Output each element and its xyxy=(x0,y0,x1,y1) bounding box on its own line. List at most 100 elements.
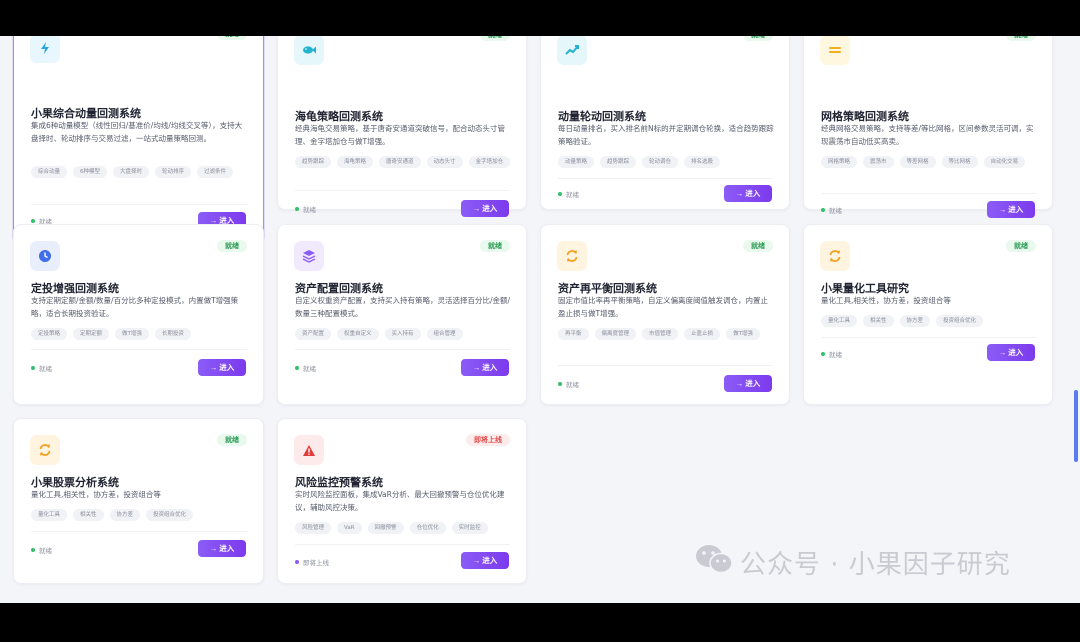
tag: 金字塔加仓 xyxy=(468,156,511,168)
layers-icon xyxy=(294,241,324,271)
card-title: 海龟策略回测系统 xyxy=(295,110,383,123)
divider xyxy=(31,349,247,350)
enter-button[interactable]: → 进入 xyxy=(461,552,509,569)
clock-icon xyxy=(30,241,60,271)
status-text: 就绪 xyxy=(39,365,52,373)
tag: 定投策略 xyxy=(31,328,68,340)
status-indicator: 即将上线 xyxy=(295,557,329,567)
tag-list: 综合动量 6种模型 大盘择时 轮动排序 过滤条件 xyxy=(31,166,249,178)
card-turtle[interactable]: 就绪 海龟策略回测系统 经典海龟交易策略，基于唐奇安通道突破信号，配合动态头寸管… xyxy=(277,36,527,217)
enter-button[interactable]: → 进入 xyxy=(461,200,509,217)
enter-button[interactable]: → 进入 xyxy=(461,359,509,376)
tag: 自动化交易 xyxy=(983,156,1026,168)
tag: 协方差 xyxy=(899,315,931,327)
tag-list: 定投策略 定期定额 做T增强 长期投资 xyxy=(31,328,249,340)
tag-list: 网格策略 震荡市 等差网格 等比网格 自动化交易 xyxy=(821,156,1038,168)
arrow-right-icon: → xyxy=(472,556,481,565)
arrow-right-icon: → xyxy=(735,189,744,198)
card-stock-analysis[interactable]: 就绪 小果股票分析系统 量化工具,相关性，协方差，投资组合等 量化工具 相关性 … xyxy=(13,418,264,584)
tag: 投资组合优化 xyxy=(146,509,194,521)
tag: 网格策略 xyxy=(821,156,858,168)
divider xyxy=(295,190,510,191)
card-description: 集成6种动量模型（线性回归/基准价/均线/均线交叉等），支持大盘择时、轮动排序与… xyxy=(31,121,243,143)
status-badge: 就绪 xyxy=(480,240,510,252)
enter-button[interactable]: → 进入 xyxy=(198,359,246,376)
card-dca-enhanced[interactable]: 就绪 定投增强回测系统 支持定期定额/金额/数量/百分比多种定投模式，内置做T增… xyxy=(13,224,264,405)
tag: 大盘择时 xyxy=(113,166,150,178)
tag: 偏离度管理 xyxy=(594,328,637,340)
card-title: 动量轮动回测系统 xyxy=(558,110,646,123)
status-text: 就绪 xyxy=(566,191,579,199)
tag: 趋势跟踪 xyxy=(600,156,637,168)
status-indicator: 就绪 xyxy=(31,363,52,373)
tag-list: 动量策略 趋势跟踪 轮动调仓 排名选股 xyxy=(558,156,775,168)
tag: 市值管理 xyxy=(642,328,679,340)
status-text: 就绪 xyxy=(39,547,52,555)
card-description: 实时风险监控面板，集成VaR分析、最大回撤预警与仓位优化建议，辅助风控决策。 xyxy=(295,490,505,512)
tag: 排名选股 xyxy=(684,156,721,168)
card-title: 小果综合动量回测系统 xyxy=(31,107,141,120)
tag: 动态头寸 xyxy=(426,156,463,168)
status-badge: 就绪 xyxy=(743,36,773,41)
card-asset-allocation[interactable]: 就绪 资产配置回测系统 自定义权重资产配置，支持买入持有策略，灵活选择百分比/金… xyxy=(277,224,527,405)
warning-icon xyxy=(294,435,324,465)
scrollbar-thumb[interactable] xyxy=(1074,390,1078,462)
card-description: 支持定期定额/金额/数量/百分比多种定投模式，内置做T增强策略，适合长期投资验证… xyxy=(31,296,239,318)
status-badge: 就绪 xyxy=(1006,36,1036,41)
card-title: 资产再平衡回测系统 xyxy=(558,282,657,295)
refresh-icon xyxy=(820,241,850,271)
tag: 仓位优化 xyxy=(409,522,446,534)
card-description: 每日动量排名，买入排名前N标的并定期调仓轮换，适合趋势跟踪策略验证。 xyxy=(558,124,774,146)
card-grid-strategy[interactable]: 就绪 网格策略回测系统 经典网格交易策略，支持等差/等比网格，区间参数灵活可调，… xyxy=(803,36,1053,218)
divider xyxy=(821,193,1036,194)
tag: 回撤预警 xyxy=(367,522,404,534)
divider xyxy=(31,204,247,205)
enter-button[interactable]: → 进入 xyxy=(724,375,772,392)
enter-button[interactable]: → 进入 xyxy=(724,185,772,202)
tag: VaR xyxy=(337,522,362,534)
tag: 量化工具 xyxy=(821,315,858,327)
status-badge: 就绪 xyxy=(480,36,510,41)
status-indicator: 就绪 xyxy=(295,363,316,373)
strategy-card-grid: 就绪 小果综合动量回测系统 集成6种动量模型（线性回归/基准价/均线/均线交叉等… xyxy=(0,36,1080,603)
enter-button[interactable]: → 进入 xyxy=(198,540,246,557)
status-indicator: 就绪 xyxy=(558,379,579,389)
status-indicator: 就绪 xyxy=(821,349,842,359)
arrow-right-icon: → xyxy=(998,348,1007,357)
status-text: 就绪 xyxy=(829,351,842,359)
tag: 协方差 xyxy=(109,509,141,521)
card-momentum-rotation[interactable]: 就绪 动量轮动回测系统 每日动量排名，买入排名前N标的并定期调仓轮换，适合趋势跟… xyxy=(540,36,790,210)
bolt-icon xyxy=(30,36,60,63)
card-quant-tools[interactable]: 就绪 小果量化工具研究 量化工具,相关性，协方差，投资组合等 量化工具 相关性 … xyxy=(803,224,1053,405)
card-title: 定投增强回测系统 xyxy=(31,282,119,295)
card-momentum-composite[interactable]: 就绪 小果综合动量回测系统 集成6种动量模型（线性回归/基准价/均线/均线交叉等… xyxy=(13,36,264,244)
card-description: 量化工具,相关性，协方差，投资组合等 xyxy=(821,296,951,305)
tag: 风险管理 xyxy=(295,522,332,534)
card-title: 小果股票分析系统 xyxy=(31,476,119,489)
card-title: 网格策略回测系统 xyxy=(821,110,909,123)
tag: 投资组合优化 xyxy=(936,315,984,327)
enter-button[interactable]: → 进入 xyxy=(987,344,1035,361)
enter-button[interactable]: → 进入 xyxy=(987,201,1035,218)
status-badge: 即将上线 xyxy=(466,434,510,446)
tag: 唐奇安通道 xyxy=(379,156,421,168)
tag: 实时监控 xyxy=(451,522,488,534)
status-text: 就绪 xyxy=(303,206,316,214)
divider xyxy=(558,178,773,179)
arrow-right-icon: → xyxy=(209,544,218,553)
card-risk-monitor[interactable]: 即将上线 风险监控预警系统 实时风险监控面板，集成VaR分析、最大回撤预警与仓位… xyxy=(277,418,527,584)
tag: 震荡市 xyxy=(863,156,894,168)
status-indicator: 就绪 xyxy=(821,205,842,215)
card-asset-rebalance[interactable]: 就绪 资产再平衡回测系统 固定市值比率再平衡策略，自定义偏离度阈值触发调仓，内置… xyxy=(540,224,790,405)
arrow-right-icon: → xyxy=(472,204,481,213)
tag: 相关性 xyxy=(73,509,104,521)
fish-icon xyxy=(294,36,324,65)
tag: 动量策略 xyxy=(558,156,595,168)
status-badge: 就绪 xyxy=(1006,240,1036,252)
tag: 量化工具 xyxy=(31,509,68,521)
card-description: 经典海龟交易策略，基于唐奇安通道突破信号，配合动态头寸管理、金字塔加仓与做T增强… xyxy=(295,124,505,146)
tag-list: 风险管理 VaR 回撤预警 仓位优化 实时监控 xyxy=(295,522,512,534)
tag: 等比网格 xyxy=(941,156,978,168)
divider xyxy=(821,337,1036,338)
tag-list: 再平衡 偏离度管理 市值管理 止盈止损 做T增强 xyxy=(558,328,775,340)
